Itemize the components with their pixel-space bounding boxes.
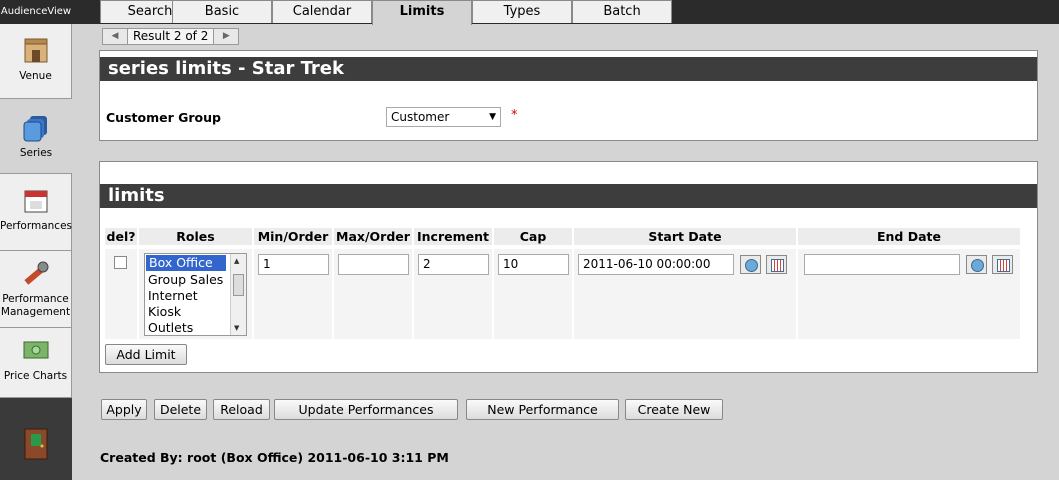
required-indicator: * — [511, 108, 518, 123]
sidebar-item-venue[interactable]: Venue — [0, 24, 72, 99]
roles-listbox[interactable]: Box Office Group Sales Internet Kiosk Ou… — [144, 253, 247, 336]
increment-input[interactable]: 2 — [418, 254, 489, 275]
customer-group-select[interactable]: Customer ▼ — [386, 107, 501, 127]
role-option[interactable]: Box Office — [146, 255, 226, 271]
cap-cell: 10 — [493, 248, 573, 340]
pager: ◀ Result 2 of 2 ▶ — [102, 27, 240, 45]
venue-icon — [24, 38, 47, 63]
column-header-increment: Increment — [413, 227, 493, 246]
brand-logo: AudienceView — [0, 0, 72, 24]
update-performances-button[interactable]: Update Performances — [274, 399, 458, 420]
delete-button[interactable]: Delete — [154, 399, 207, 420]
apply-button[interactable]: Apply — [101, 399, 147, 420]
min-order-input[interactable]: 1 — [258, 254, 329, 275]
sidebar-item-series[interactable]: Series — [0, 99, 72, 174]
table-row: Box Office Group Sales Internet Kiosk Ou… — [104, 248, 1021, 340]
max-order-cell — [333, 248, 413, 340]
sidebar-item-label-2: Management — [0, 306, 71, 318]
sidebar-item-label: Price Charts — [3, 370, 68, 382]
tab-bar: Search Basic Calendar Limits Types Batch — [72, 0, 1059, 25]
limits-table-header: del? Roles Min/Order Max/Order Increment… — [104, 227, 1021, 246]
customer-group-label: Customer Group — [106, 110, 221, 125]
start-date-cell: 2011-06-10 00:00:00 — [573, 248, 797, 340]
sidebar-item-label: Venue — [19, 70, 52, 82]
sidebar-item-performance-management[interactable]: Performance Management — [0, 251, 72, 328]
money-icon — [23, 341, 48, 359]
panel-title: series limits - Star Trek — [100, 57, 1037, 81]
reload-button[interactable]: Reload — [213, 399, 270, 420]
customer-group-value: Customer — [391, 110, 450, 124]
scroll-up-icon[interactable]: ▲ — [234, 257, 239, 265]
column-header-end-date: End Date — [797, 227, 1021, 246]
tab-basic[interactable]: Basic — [172, 0, 272, 23]
series-icon — [23, 116, 47, 142]
series-limits-panel: series limits - Star Trek Customer Group… — [99, 50, 1038, 141]
column-header-roles: Roles — [138, 227, 253, 246]
sidebar-item-label: Performances — [0, 220, 73, 232]
clock-icon[interactable] — [740, 255, 761, 274]
tab-limits[interactable]: Limits — [372, 0, 472, 25]
sidebar: AudienceView Venue Series Performances P… — [0, 0, 72, 480]
roles-scrollbar[interactable]: ▲ ▼ — [230, 254, 246, 335]
tab-calendar[interactable]: Calendar — [272, 0, 372, 23]
clock-icon[interactable] — [966, 255, 987, 274]
end-date-cell — [797, 248, 1021, 340]
new-performance-button[interactable]: New Performance — [466, 399, 619, 420]
next-button[interactable]: ▶ — [213, 27, 240, 45]
created-by-text: Created By: root (Box Office) 2011-06-10… — [100, 450, 449, 465]
end-date-input[interactable] — [804, 254, 960, 275]
wrench-icon — [23, 261, 48, 285]
limits-panel: limits del? Roles Min/Order Max/Order In… — [99, 161, 1038, 373]
column-header-cap: Cap — [493, 227, 573, 246]
column-header-max-order: Max/Order — [333, 227, 413, 246]
exit-door-icon[interactable] — [24, 428, 48, 460]
roles-cell: Box Office Group Sales Internet Kiosk Ou… — [138, 248, 261, 340]
scroll-down-icon[interactable]: ▼ — [234, 324, 239, 332]
add-limit-button[interactable]: Add Limit — [105, 344, 187, 365]
sidebar-item-label: Series — [19, 147, 53, 159]
column-header-start-date: Start Date — [573, 227, 797, 246]
min-order-cell: 1 — [253, 248, 333, 340]
calendar-picker-icon[interactable] — [992, 255, 1013, 274]
previous-button[interactable]: ◀ — [102, 27, 128, 45]
column-header-del: del? — [104, 227, 138, 246]
tab-types[interactable]: Types — [472, 0, 572, 23]
cap-input[interactable]: 10 — [498, 254, 569, 275]
delete-checkbox[interactable] — [114, 256, 127, 269]
panel-title: limits — [100, 184, 1037, 208]
create-new-button[interactable]: Create New — [625, 399, 723, 420]
pager-text: Result 2 of 2 — [128, 27, 214, 45]
start-date-input[interactable]: 2011-06-10 00:00:00 — [578, 254, 734, 275]
max-order-input[interactable] — [338, 254, 409, 275]
sidebar-item-price-charts[interactable]: Price Charts — [0, 328, 72, 398]
column-header-min-order: Min/Order — [253, 227, 333, 246]
calendar-icon — [24, 190, 47, 213]
increment-cell: 2 — [413, 248, 493, 340]
del-cell — [104, 248, 138, 340]
scroll-thumb[interactable] — [233, 274, 244, 296]
sidebar-item-label: Performance — [2, 293, 69, 305]
tab-batch[interactable]: Batch — [572, 0, 672, 23]
chevron-down-icon: ▼ — [489, 112, 496, 122]
calendar-picker-icon[interactable] — [766, 255, 787, 274]
sidebar-item-performances[interactable]: Performances — [0, 174, 72, 251]
